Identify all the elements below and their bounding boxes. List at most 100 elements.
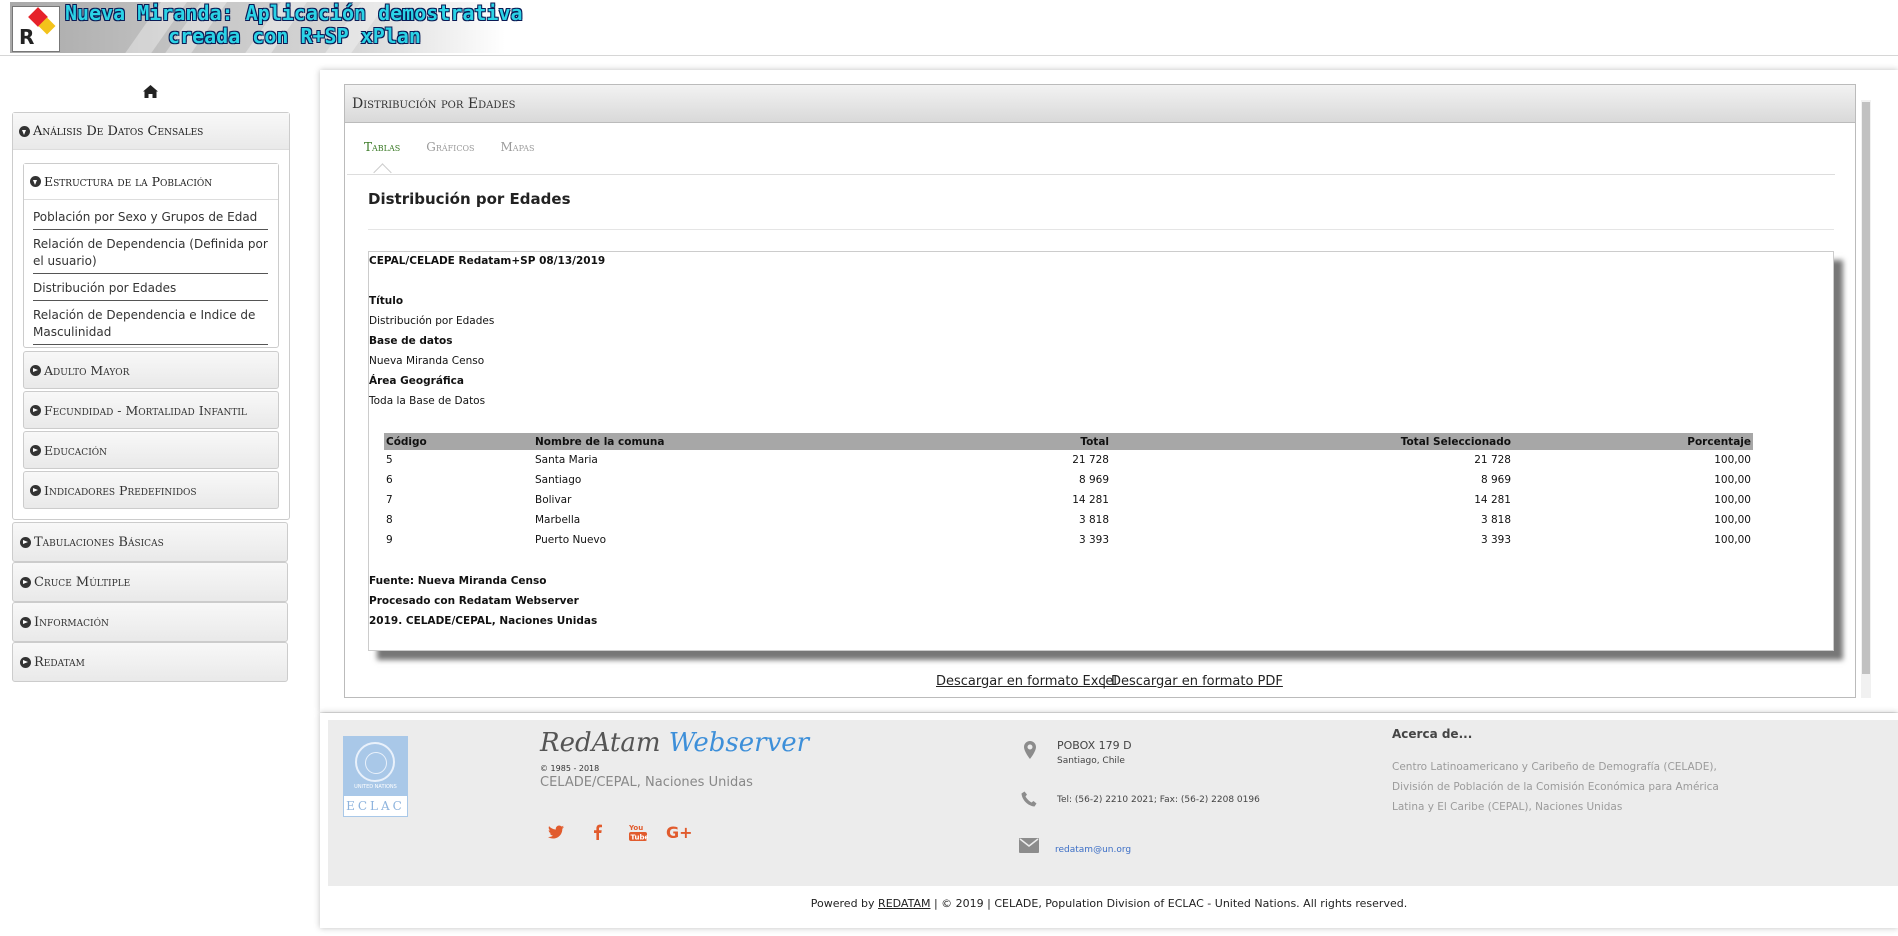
expand-icon — [20, 656, 31, 668]
svg-text:Tube: Tube — [631, 834, 649, 842]
table-cell: 5 — [386, 454, 393, 466]
collapse-icon — [30, 176, 41, 187]
phone-fax: Tel: (56-2) 2210 2021; Fax: (56-2) 2208 … — [1057, 795, 1260, 805]
table-cell: 8 969 — [1078, 474, 1109, 486]
redatam-link[interactable]: REDATAM — [878, 897, 930, 910]
table-cell: Santiago — [535, 474, 582, 486]
table-cell: 100,00 — [1714, 474, 1751, 486]
scrollbar-thumb[interactable] — [1862, 102, 1870, 674]
footer-org: CELADE/CEPAL, Naciones Unidas — [540, 775, 753, 790]
report-titulo-value: Distribución por Edades — [369, 315, 495, 327]
sidebar-section-tabulaciones[interactable]: Tabulaciones Básicas — [12, 522, 288, 562]
powered-by: Powered by REDATAM | © 2019 | CELADE, Po… — [320, 897, 1898, 910]
sidebar-section-label: Tabulaciones Básicas — [34, 534, 164, 550]
tab-mapas[interactable]: Mapas — [501, 140, 535, 154]
tab-tablas[interactable]: Tablas — [364, 140, 400, 154]
table-cell: 100,00 — [1714, 494, 1751, 506]
sidebar-subsection-fecundidad[interactable]: Fecundidad - Mortalidad Infantil — [23, 391, 279, 429]
expand-icon — [30, 364, 41, 376]
location-pin-icon — [1024, 741, 1036, 759]
brand-redatam: RedAtam — [540, 728, 661, 758]
app-title-line1: Nueva Miranda: Aplicación demostrativa — [65, 1, 523, 25]
tab-graficos[interactable]: Gráficos — [426, 140, 474, 154]
svg-text:G+: G+ — [666, 823, 692, 842]
header-banner: R Nueva Miranda: Aplicación demostrativa… — [0, 0, 1898, 56]
facebook-icon[interactable] — [588, 822, 608, 842]
brand-webserver: Webserver — [668, 728, 810, 758]
sidebar-section-cruce[interactable]: Cruce Múltiple — [12, 562, 288, 602]
twitter-icon[interactable] — [546, 822, 566, 842]
download-pdf-link[interactable]: Descargar en formato PDF — [1111, 674, 1283, 689]
app-title: Nueva Miranda: Aplicación demostrativa c… — [65, 2, 523, 48]
sidebar-subsection-label: Indicadores Predefinidos — [44, 482, 197, 498]
table-cell: 8 969 — [1480, 474, 1511, 486]
report-box: CEPAL/CELADE Redatam+SP 08/13/2019 Títul… — [368, 251, 1834, 651]
report-base-value: Nueva Miranda Censo — [369, 355, 485, 367]
address-line2: Santiago, Chile — [1057, 756, 1125, 766]
sidebar-link-poblacion-sexo[interactable]: Población por Sexo y Grupos de Edad — [33, 207, 268, 230]
table-cell: 3 818 — [1480, 514, 1511, 526]
sidebar-section-informacion[interactable]: Información — [12, 602, 288, 642]
expand-icon — [30, 484, 41, 496]
table-cell: Santa Maria — [535, 454, 598, 466]
email-link[interactable]: redatam@un.org — [1055, 845, 1131, 855]
powered-suffix: | © 2019 | CELADE, Population Division o… — [933, 897, 1408, 910]
tab-divider — [347, 174, 1835, 175]
powered-prefix: Powered by — [810, 897, 875, 910]
table-row: 8 Marbella 3 818 3 818 100,00 — [384, 510, 1753, 530]
column-header: Total Seleccionado — [1111, 433, 1513, 450]
expand-icon — [30, 404, 41, 416]
report-titulo-label: Título — [369, 295, 404, 307]
address-line1: POBOX 179 D — [1057, 739, 1132, 752]
table-cell: 3 393 — [1480, 534, 1511, 546]
column-header: Porcentaje — [1513, 433, 1753, 450]
sidebar-subsection-adulto-mayor[interactable]: Adulto Mayor — [23, 351, 279, 389]
table-cell: 100,00 — [1714, 454, 1751, 466]
sidebar-section-label: Cruce Múltiple — [34, 574, 131, 590]
table-cell: 100,00 — [1714, 514, 1751, 526]
footer-years: © 1985 - 2018 — [540, 764, 600, 773]
sidebar-link-relacion-dependencia[interactable]: Relación de Dependencia (Definida por el… — [33, 234, 268, 274]
sidebar-section-redatam[interactable]: Redatam — [12, 642, 288, 682]
table-cell: 100,00 — [1714, 534, 1751, 546]
table-row: 5 Santa Maria 21 728 21 728 100,00 — [384, 450, 1753, 470]
sidebar-subsection-label: Adulto Mayor — [44, 362, 130, 378]
download-excel-link[interactable]: Descargar en formato Excel — [936, 674, 1117, 689]
divider — [368, 229, 1834, 230]
sidebar-subsection-indicadores[interactable]: Indicadores Predefinidos — [23, 471, 279, 509]
expand-icon — [20, 616, 31, 628]
report-base-label: Base de datos — [369, 335, 453, 347]
table-cell: 3 393 — [1078, 534, 1109, 546]
sidebar-section-label: Información — [34, 614, 109, 630]
about-title: Acerca de... — [1392, 727, 1473, 741]
sidebar-subsection-educacion[interactable]: Educación — [23, 431, 279, 469]
email-icon — [1019, 838, 1039, 853]
vertical-scrollbar[interactable] — [1861, 100, 1871, 698]
phone-icon — [1021, 791, 1037, 807]
google-plus-icon[interactable]: G+ — [666, 822, 693, 842]
collapse-icon — [19, 125, 30, 137]
results-table: Código Nombre de la comuna Total Total S… — [384, 433, 1753, 550]
report-header: CEPAL/CELADE Redatam+SP 08/13/2019 — [369, 255, 606, 267]
sidebar-subsection-label: Educación — [44, 442, 108, 458]
redatam-logo: R — [12, 6, 60, 52]
sidebar-link-distribucion-edades[interactable]: Distribución por Edades — [33, 278, 268, 301]
sidebar-section-header[interactable]: Análisis De Datos Censales — [13, 113, 289, 150]
about-text: Centro Latinoamericano y Caribeño de Dem… — [1392, 761, 1719, 813]
download-separator: | — [1102, 674, 1107, 689]
table-cell: 21 728 — [1474, 454, 1511, 466]
sidebar-subsection-label: Estructura de la Población — [44, 174, 213, 189]
table-row: 9 Puerto Nuevo 3 393 3 393 100,00 — [384, 530, 1753, 550]
home-icon[interactable] — [142, 84, 159, 99]
report-procesado: Procesado con Redatam Webserver — [369, 595, 579, 607]
expand-icon — [20, 536, 31, 548]
svg-text:You: You — [628, 824, 643, 832]
column-header: Código — [384, 433, 533, 450]
eclac-logo: UNITED NATIONS ECLAC — [343, 736, 408, 817]
sidebar-link-indice-masculinidad[interactable]: Relación de Dependencia e Indice de Masc… — [33, 305, 268, 345]
sidebar-section-label: Redatam — [34, 654, 85, 670]
column-header: Total — [927, 433, 1111, 450]
table-row: 6 Santiago 8 969 8 969 100,00 — [384, 470, 1753, 490]
sidebar-subsection-header[interactable]: Estructura de la Población — [24, 164, 278, 200]
youtube-icon[interactable]: You Tube — [628, 822, 650, 842]
